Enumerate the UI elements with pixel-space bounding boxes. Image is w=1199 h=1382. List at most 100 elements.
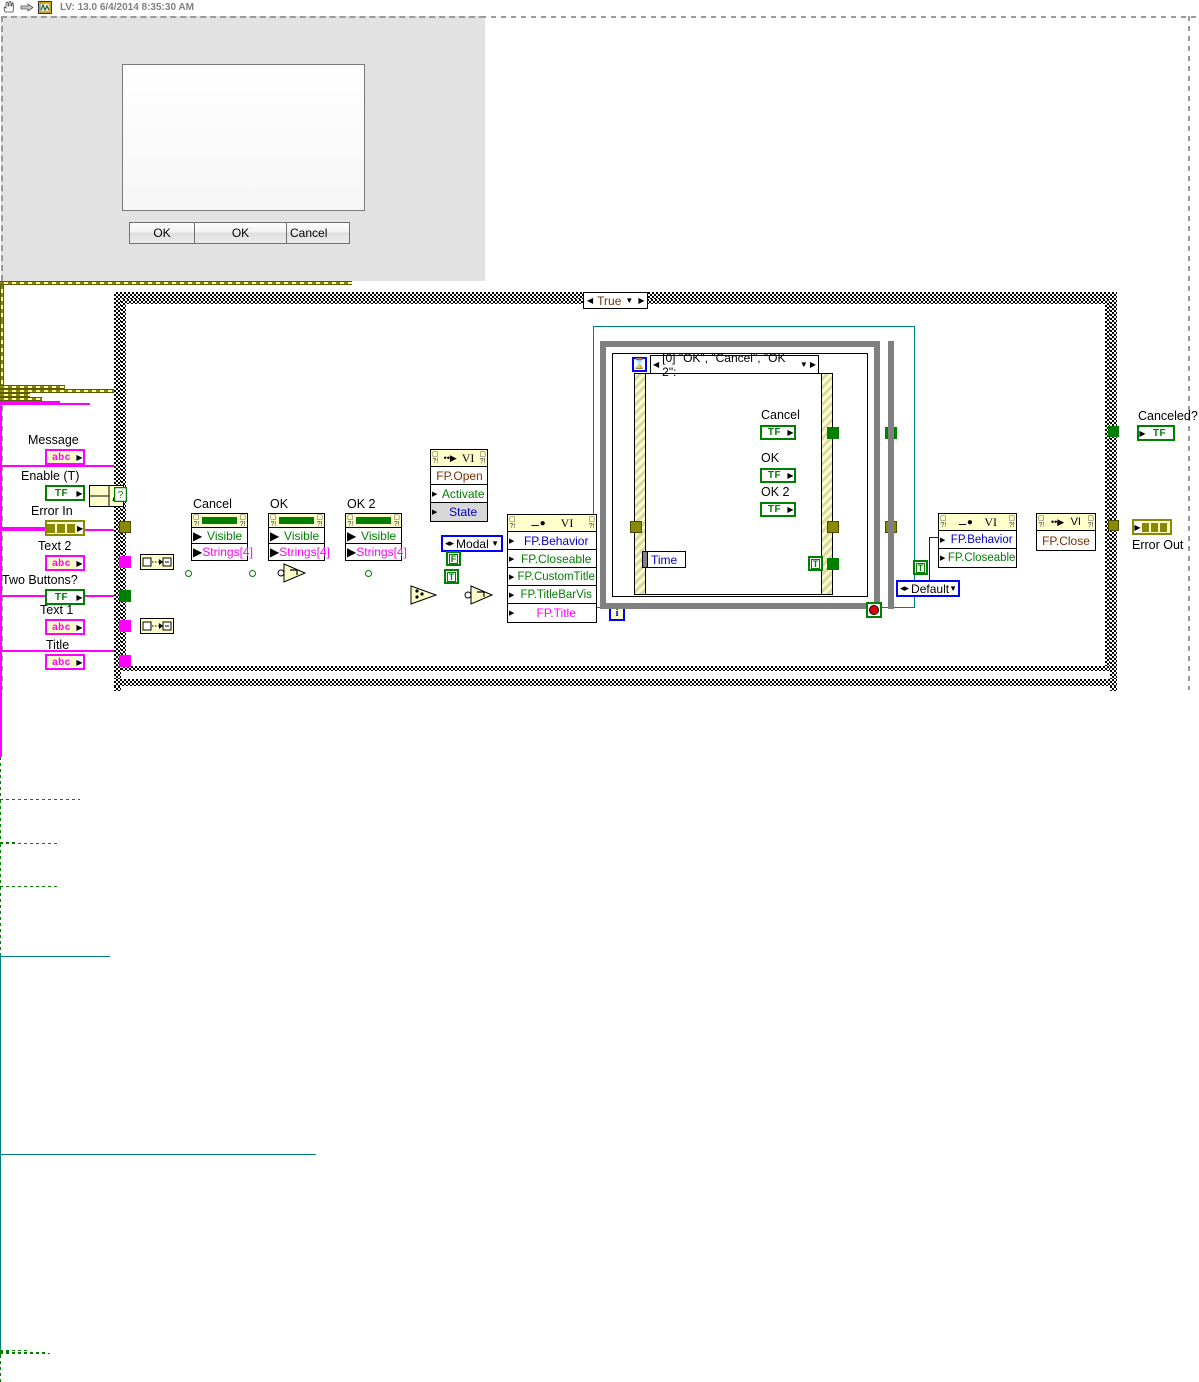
event-dropdown-icon[interactable]: ▼ <box>800 360 808 369</box>
default-enum-constant[interactable]: ◂▸ Default ▼ <box>896 580 960 597</box>
empty-string-path-node[interactable] <box>409 584 443 611</box>
sequence-divider-bar <box>888 341 894 609</box>
vi-refnum-icon-right: ▢?! <box>479 451 486 465</box>
fp-open-node[interactable]: ▢?! ••▶ VI ▢?! FP.Open ▶ Activate ▶ Stat… <box>430 449 488 522</box>
terminal-error-out[interactable]: ▶ <box>1132 519 1172 535</box>
terminal-title[interactable]: abc ▶ <box>45 654 85 670</box>
terminal-label-message: Message <box>28 433 79 447</box>
control-refnode-ok-row-strings[interactable]: ▶ Strings[4] <box>269 544 330 560</box>
string-wire-title-vert <box>0 597 2 650</box>
control-refnode-ok[interactable]: ▢?! ▢?! ▶ Visible ▶ Strings[4] <box>268 513 330 561</box>
fp-restore-row-closeable[interactable]: ▶ FP.Closeable <box>939 549 1016 567</box>
control-refnode-cancel-row-strings[interactable]: ▶ Strings[4] <box>192 544 253 560</box>
fp-open-row-state[interactable]: ▶ State <box>431 503 487 521</box>
tunnel-text2 <box>119 556 131 568</box>
case-dropdown-icon[interactable]: ▼ <box>625 296 636 305</box>
build-array-node-1[interactable] <box>140 554 174 575</box>
string-wire-ok-vert <box>0 405 2 465</box>
build-array-node-2[interactable] <box>140 618 174 639</box>
control-refnode-ok2-title: OK 2 <box>347 497 376 511</box>
terminal-message-arrow-icon: ▶ <box>76 452 83 462</box>
terminal-label-title: Title <box>46 638 70 652</box>
control-refnode-cancel-row-visible[interactable]: ▶ Visible <box>192 528 247 544</box>
true-constant-customtitle[interactable]: T <box>444 569 459 584</box>
vi-refnum-icon-right: ▢?! <box>1008 515 1015 529</box>
modal-enum-value: Modal <box>456 536 489 551</box>
event-prev-arrow-icon[interactable]: ◀ <box>653 360 659 369</box>
row-label: FP.Open <box>436 468 483 483</box>
event-terminal-ok[interactable]: TF ▶ <box>760 468 796 483</box>
event-terminal-label-ok: OK <box>761 451 780 465</box>
fp-config-row-titlebarvis[interactable]: ▶ FP.TitleBarVis <box>508 586 596 604</box>
vi-label: VI <box>560 515 574 530</box>
error-status-indicator: ? <box>113 486 128 507</box>
terminal-label-error-in: Error In <box>31 504 73 518</box>
terminal-enable-arrow-icon: ▶ <box>76 488 83 498</box>
row-triangle-icon: ▶ <box>193 545 203 559</box>
modal-enum-constant[interactable]: ◂▸ Modal ▼ <box>441 535 503 552</box>
true-constant-event-timeout[interactable]: T <box>808 556 823 571</box>
fp-restore-node-header: ▢?! ⚊● VI ▢?! <box>939 514 1016 531</box>
terminal-text2[interactable]: abc ▶ <box>45 555 85 571</box>
terminal-label-text2: Text 2 <box>38 539 72 553</box>
event-tunnel-cancel <box>827 427 839 439</box>
false-constant-closeable[interactable]: F <box>446 551 461 566</box>
event-case-selector[interactable]: ◀ [0] "OK", "Cancel", "OK 2": ▼ ▶ <box>650 351 819 379</box>
fp-open-row-activate[interactable]: ▶ Activate <box>431 485 487 503</box>
control-refnode-cancel[interactable]: ▢?! ▢?! ▶ Visible ▶ Strings[4] <box>191 513 253 561</box>
event-terminal-cancel[interactable]: TF ▶ <box>760 425 796 440</box>
stop-button-terminal[interactable] <box>866 602 882 618</box>
fp-close-label: FP.Close <box>1042 533 1090 548</box>
case-selector-label[interactable]: ◀ True ▼ ▶ <box>583 292 649 309</box>
enum-left-right-icon: ◂▸ <box>445 538 455 548</box>
fp-cancel-button[interactable]: Cancel <box>286 222 350 244</box>
row-label: Strings[4] <box>279 545 330 559</box>
fp-config-row-customtitle[interactable]: ▶ FP.CustomTitle <box>508 568 596 586</box>
event-next-arrow-icon[interactable]: ▶ <box>810 360 816 369</box>
enum-dropdown-icon[interactable]: ▼ <box>949 584 957 593</box>
row-triangle-icon: ▶ <box>270 528 280 543</box>
control-refnode-ok2-row-strings[interactable]: ▶ Strings[4] <box>346 544 407 560</box>
control-refnode-cancel-title: Cancel <box>193 497 232 511</box>
true-constant-label: T <box>810 558 821 569</box>
control-refnode-ok-row-visible[interactable]: ▶ Visible <box>269 528 324 544</box>
control-refnode-ok2[interactable]: ▢?! ▢?! ▶ Visible ▶ Strings[4] <box>345 513 407 561</box>
property-node-link-icon: ⚊● <box>530 517 546 529</box>
fp-config-row-behavior[interactable]: ▶ FP.Behavior <box>508 532 596 550</box>
event-hourglass-icon[interactable]: ⌛ <box>632 357 647 372</box>
terminal-message[interactable]: abc ▶ <box>45 449 85 465</box>
fp-open-row[interactable]: FP.Open <box>431 467 487 485</box>
string-wire-ok-row <box>0 465 130 467</box>
fp-config-row-title[interactable]: ▶ FP.Title <box>508 604 596 622</box>
vi-refnum-icon-right: ▢?! <box>1087 515 1094 529</box>
row-label: FP.TitleBarVis <box>520 588 592 601</box>
case-prev-arrow-icon[interactable]: ◀ <box>585 296 595 305</box>
property-node-arrow-icon: ••▶ <box>1050 516 1065 527</box>
terminal-error-in[interactable]: ▶ <box>45 520 85 536</box>
control-refnode-ok-title: OK <box>270 497 289 511</box>
not-gate-1[interactable] <box>277 562 311 589</box>
row-triangle-icon: ▶ <box>509 610 515 617</box>
event-time-node: Time <box>642 551 686 568</box>
not-gate-2[interactable] <box>464 584 498 611</box>
terminal-enable[interactable]: TF ▶ <box>45 485 85 501</box>
fp-restore-row-behavior[interactable]: ▶ FP.Behavior <box>939 531 1016 549</box>
event-terminal-ok2[interactable]: TF ▶ <box>760 502 796 517</box>
fp-close-node[interactable]: ▢?! ••▶ VI ▢?! FP.Close <box>1036 513 1096 551</box>
fp-config-row-closeable[interactable]: ▶ FP.Closeable <box>508 550 596 568</box>
fp-open-node-header: ▢?! ••▶ VI ▢?! <box>431 450 487 467</box>
fp-ok-button-2[interactable]: OK <box>194 222 287 244</box>
wire-junction-3 <box>365 570 372 577</box>
fp-restore-node[interactable]: ▢?! ⚊● VI ▢?! ▶ FP.Behavior ▶ FP.Closeab… <box>938 513 1017 568</box>
case-next-arrow-icon[interactable]: ▶ <box>636 296 646 305</box>
time-node-bar <box>643 552 648 567</box>
true-constant-restore-closeable[interactable]: T <box>913 560 928 575</box>
terminal-text1[interactable]: abc ▶ <box>45 619 85 635</box>
control-refnode-ok2-row-visible[interactable]: ▶ Visible <box>346 528 401 544</box>
terminal-canceled[interactable]: ▶ TF <box>1137 425 1175 441</box>
fp-ok-button-1[interactable]: OK <box>129 222 195 244</box>
row-triangle-icon: ▶ <box>509 591 515 599</box>
enum-dropdown-icon[interactable]: ▼ <box>491 539 499 548</box>
terminal-error-in-glyph <box>47 522 77 534</box>
fp-config-node[interactable]: ▢?! ⚊● VI ▢?! ▶ FP.Behavior ▶ FP.Closeab… <box>507 514 597 623</box>
